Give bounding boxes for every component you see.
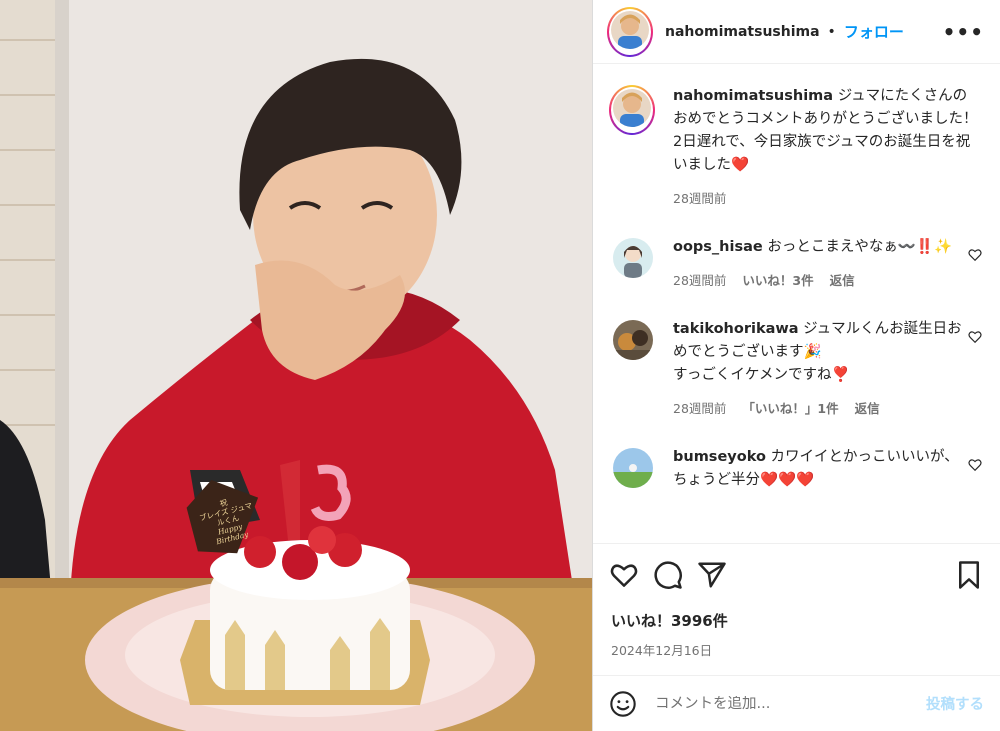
comment-item: bumseyoko カワイイとかっこいいいが、ちょうど半分❤️❤️❤️ — [609, 446, 984, 492]
comments-list[interactable]: nahomimatsushima ジュマにたくさんのおめでとうコメントありがとう… — [593, 65, 1000, 543]
reply-button[interactable]: 返信 — [855, 397, 880, 420]
comment-item: takikohorikawa ジュマルくんお誕生日おめでとうございます🎉 すっご… — [609, 318, 984, 420]
emoji-icon[interactable] — [609, 690, 637, 718]
author-avatar-image — [611, 10, 649, 49]
action-icons-row — [593, 544, 1000, 606]
share-send-icon[interactable] — [697, 560, 727, 590]
comment-text: bumseyoko カワイイとかっこいいいが、ちょうど半分❤️❤️❤️ — [673, 446, 962, 492]
comment-meta: 28週間前 「いいね！」1件 返信 — [673, 397, 962, 420]
reply-button[interactable]: 返信 — [830, 269, 855, 292]
more-options-icon[interactable]: ••• — [943, 20, 984, 44]
like-comment-heart-icon[interactable] — [968, 330, 982, 344]
caption: nahomimatsushima ジュマにたくさんのおめでとうコメントありがとう… — [609, 85, 984, 210]
commenter-avatar[interactable] — [613, 448, 653, 488]
like-heart-icon[interactable] — [609, 560, 639, 590]
caption-meta: 28週間前 — [673, 187, 978, 210]
comment-composer: 投稿する — [593, 675, 1000, 731]
caption-avatar[interactable] — [613, 89, 651, 127]
caption-username[interactable]: nahomimatsushima — [673, 88, 833, 104]
caption-avatar-image — [613, 89, 651, 127]
comment-input[interactable] — [655, 695, 926, 712]
post-side-panel: nahomimatsushima • フォロー ••• nahomimatsus… — [592, 0, 1000, 731]
like-comment-heart-icon[interactable] — [968, 458, 982, 472]
caption-time[interactable]: 28週間前 — [673, 187, 726, 210]
caption-story-ring[interactable] — [609, 85, 655, 135]
caption-text: nahomimatsushima ジュマにたくさんのおめでとうコメントありがとう… — [673, 85, 978, 177]
post-comment-button[interactable]: 投稿する — [926, 693, 984, 714]
comment-time[interactable]: 28週間前 — [673, 397, 726, 420]
comment-meta: 28週間前 いいね！3件 返信 — [673, 269, 962, 292]
photo-illustration — [0, 0, 592, 731]
comment-username[interactable]: bumseyoko — [673, 449, 766, 465]
post-photo[interactable]: 祝 ブレイズ ジュマルくん Happy Birthday 1 3 — [0, 0, 592, 731]
comment-bubble-icon[interactable] — [653, 560, 683, 590]
caption-line-2: 2日遅れで、今日家族でジュマのお誕生日を祝いました❤️ — [673, 134, 971, 173]
commenter-avatar[interactable] — [613, 238, 653, 278]
comment-line-2: すっごくイケメンですね❣️ — [673, 367, 850, 383]
save-bookmark-icon[interactable] — [954, 560, 984, 590]
comment-item: oops_hisae おっとこまえやなぁ〰️‼️✨ 28週間前 いいね！3件 返… — [609, 236, 984, 292]
author-avatar[interactable] — [611, 10, 649, 49]
author-username[interactable]: nahomimatsushima — [665, 24, 820, 40]
post-header: nahomimatsushima • フォロー ••• — [593, 0, 1000, 64]
comment-username[interactable]: takikohorikawa — [673, 321, 799, 337]
comment-username[interactable]: oops_hisae — [673, 239, 763, 255]
separator-dot: • — [827, 23, 836, 40]
comment-time[interactable]: 28週間前 — [673, 269, 726, 292]
like-comment-heart-icon[interactable] — [968, 248, 982, 262]
follow-button[interactable]: フォロー — [844, 21, 904, 42]
likes-count[interactable]: いいね！3996件 — [593, 610, 1000, 631]
comment-likes[interactable]: いいね！3件 — [742, 269, 813, 292]
commenter-avatar-image — [613, 448, 653, 488]
comment-body: おっとこまえやなぁ〰️‼️✨ — [767, 239, 953, 255]
commenter-avatar-image — [613, 238, 653, 278]
commenter-avatar[interactable] — [613, 320, 653, 360]
story-ring[interactable] — [607, 6, 653, 57]
comment-text: oops_hisae おっとこまえやなぁ〰️‼️✨ — [673, 236, 962, 259]
post-date[interactable]: 2024年12月16日 — [593, 640, 1000, 659]
comment-likes[interactable]: 「いいね！」1件 — [742, 397, 838, 420]
comment-text: takikohorikawa ジュマルくんお誕生日おめでとうございます🎉 すっご… — [673, 318, 962, 387]
commenter-avatar-image — [613, 320, 653, 360]
